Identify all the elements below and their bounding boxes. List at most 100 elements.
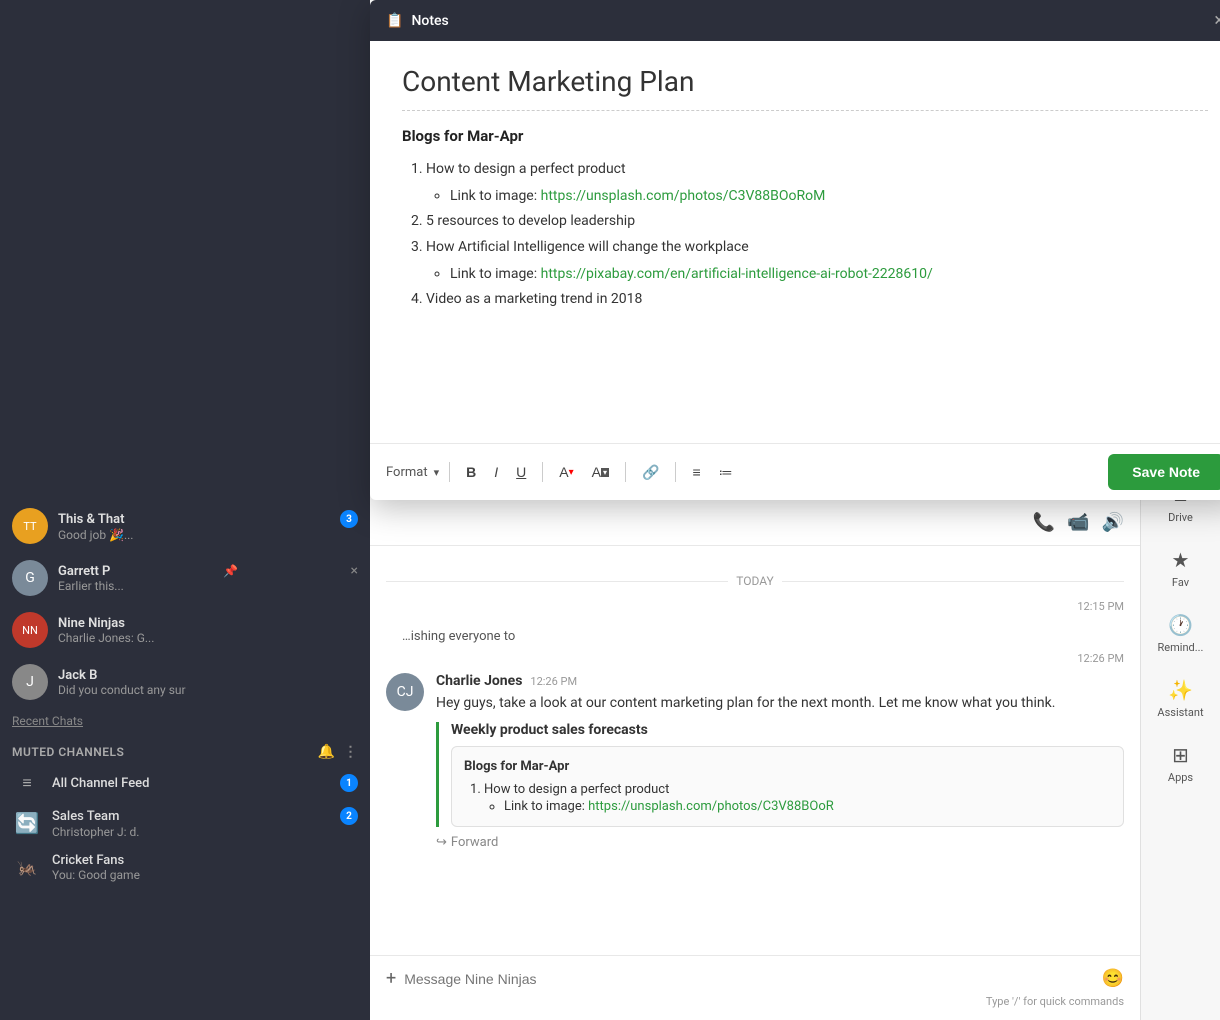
note-item-4: Video as a marketing trend in 2018 bbox=[426, 287, 1208, 312]
add-attachment-button[interactable]: + bbox=[386, 968, 396, 989]
partial-message: …ishing everyone to bbox=[386, 621, 1124, 652]
contact-name: Garrett P bbox=[58, 564, 110, 579]
forward-button[interactable]: ↪ Forward bbox=[436, 835, 1124, 850]
bg-color-button[interactable]: A▾ bbox=[586, 461, 615, 483]
avatar: G bbox=[12, 560, 48, 596]
sidebar-item-reminders[interactable]: 🕐 Remind... bbox=[1141, 601, 1220, 666]
save-note-button[interactable]: Save Note bbox=[1108, 454, 1220, 490]
message-time: 12:26 PM bbox=[530, 675, 577, 688]
note-card-list: How to design a perfect product Link to … bbox=[464, 782, 1111, 814]
channel-preview: Christopher J: d. bbox=[52, 825, 358, 839]
note-item-1: How to design a perfect product Link to … bbox=[426, 157, 1208, 209]
close-icon[interactable]: × bbox=[351, 563, 358, 579]
toolbar-divider-2 bbox=[542, 462, 543, 482]
toolbar-divider-1 bbox=[449, 462, 450, 482]
channel-name: Cricket Fans bbox=[52, 853, 124, 868]
apps-label: Apps bbox=[1168, 771, 1193, 784]
recent-chats-link[interactable]: Recent Chats bbox=[0, 708, 370, 734]
time-label-1: 12:15 PM bbox=[386, 600, 1124, 613]
unordered-list-button[interactable]: ≔ bbox=[713, 461, 739, 484]
avatar: J bbox=[12, 664, 48, 700]
font-color-button[interactable]: A▾ bbox=[553, 461, 579, 483]
note-card-item-1: How to design a perfect product Link to … bbox=[484, 782, 1111, 814]
note-item-3: How Artificial Intelligence will change … bbox=[426, 235, 1208, 287]
note-link-1[interactable]: https://unsplash.com/photos/C3V88BOoRoM bbox=[541, 188, 826, 204]
message-input-area: + 😊 Type '/' for quick commands bbox=[370, 955, 1140, 1020]
contact-preview: Good job 🎉... bbox=[58, 528, 358, 542]
channel-preview: You: Good game bbox=[52, 868, 358, 882]
message-input[interactable] bbox=[404, 971, 1093, 987]
ordered-list-button[interactable]: ≡ bbox=[686, 461, 706, 483]
sidebar-item-garrett-p[interactable]: G Garrett P 📌 × Earlier this... bbox=[0, 552, 370, 604]
underline-button[interactable]: U bbox=[510, 461, 532, 483]
note-section-title: Blogs for Mar-Apr bbox=[402, 127, 1208, 145]
notify-icon[interactable]: 🔔 bbox=[318, 744, 336, 760]
note-link-2[interactable]: https://pixabay.com/en/artificial-intell… bbox=[541, 266, 933, 282]
notes-toolbar: Format ▾ B I U A▾ A▾ 🔗 ≡ ≔ Save Note bbox=[370, 443, 1220, 500]
channel-icon: 🦗 bbox=[12, 858, 42, 877]
notes-modal-title: 📋 Notes bbox=[386, 13, 449, 29]
apps-icon: ⊞ bbox=[1172, 743, 1189, 767]
fav-label: Fav bbox=[1172, 576, 1189, 589]
sidebar-item-nine-ninjas[interactable]: NN Nine Ninjas Charlie Jones: G... bbox=[0, 604, 370, 656]
sidebar-item-cricket-fans[interactable]: 🦗 Cricket Fans You: Good game bbox=[0, 846, 370, 889]
date-divider: TODAY bbox=[386, 574, 1124, 588]
sidebar-item-this-that[interactable]: TT This & That 3 Good job 🎉... bbox=[0, 500, 370, 552]
input-row: + 😊 bbox=[386, 968, 1124, 989]
sidebar-item-assistant[interactable]: ✨ Assistant bbox=[1141, 666, 1220, 731]
channel-name: All Channel Feed bbox=[52, 776, 149, 791]
italic-button[interactable]: I bbox=[488, 461, 504, 483]
avatar: NN bbox=[12, 612, 48, 648]
phone-icon[interactable]: 📞 bbox=[1033, 512, 1055, 533]
reminders-label: Remind... bbox=[1158, 641, 1204, 654]
video-icon[interactable]: 📹 bbox=[1067, 512, 1089, 533]
note-card-link[interactable]: https://unsplash.com/photos/C3V88BOoR bbox=[588, 799, 834, 814]
sidebar-item-fav[interactable]: ★ Fav bbox=[1141, 536, 1220, 601]
audio-icon[interactable]: 🔊 bbox=[1102, 512, 1124, 533]
main-chat-area: 📋 Notes × Content Marketing Plan Blogs f… bbox=[370, 0, 1140, 1020]
emoji-button[interactable]: 😊 bbox=[1102, 968, 1124, 989]
note-items-list: How to design a perfect product Link to … bbox=[402, 157, 1208, 312]
notes-modal-header: 📋 Notes × bbox=[370, 0, 1220, 41]
chat-header: 📞 📹 🔊 bbox=[370, 500, 1140, 546]
channel-name: Sales Team bbox=[52, 809, 119, 824]
notes-modal-close-button[interactable]: × bbox=[1214, 10, 1220, 31]
sidebar-item-jack-b[interactable]: J Jack B Did you conduct any sur bbox=[0, 656, 370, 708]
note-card: Blogs for Mar-Apr How to design a perfec… bbox=[451, 746, 1124, 827]
drive-label: Drive bbox=[1168, 511, 1193, 524]
shared-note-title: Weekly product sales forecasts bbox=[451, 722, 1124, 738]
sidebar-item-apps[interactable]: ⊞ Apps bbox=[1141, 731, 1220, 796]
sidebar-item-sales-team[interactable]: 🔄 Sales Team 2 Christopher J: d. bbox=[0, 800, 370, 846]
note-card-subitem: Link to image: https://unsplash.com/phot… bbox=[504, 799, 1111, 814]
message-charlie: CJ Charlie Jones 12:26 PM Hey guys, take… bbox=[386, 673, 1124, 850]
contact-name: Nine Ninjas bbox=[58, 616, 125, 631]
reminders-icon: 🕐 bbox=[1168, 613, 1193, 637]
avatar: TT bbox=[12, 508, 48, 544]
contact-name: This & That bbox=[58, 512, 125, 527]
fav-icon: ★ bbox=[1172, 548, 1190, 572]
contact-preview: Did you conduct any sur bbox=[58, 683, 358, 697]
sidebar-item-all-channel[interactable]: ≡ All Channel Feed 1 bbox=[0, 766, 370, 800]
link-button[interactable]: 🔗 bbox=[636, 461, 665, 484]
time-label-2: 12:26 PM bbox=[386, 652, 1124, 665]
notes-title-icon: 📋 bbox=[386, 13, 403, 29]
notes-modal: 📋 Notes × Content Marketing Plan Blogs f… bbox=[370, 0, 1220, 500]
muted-channels-label: MUTED CHANNELS bbox=[12, 745, 124, 759]
toolbar-divider-3 bbox=[625, 462, 626, 482]
more-icon[interactable]: ⋮ bbox=[344, 744, 359, 760]
notes-content: Content Marketing Plan Blogs for Mar-Apr… bbox=[370, 41, 1220, 443]
bold-button[interactable]: B bbox=[460, 461, 482, 483]
message-text: Hey guys, take a look at our content mar… bbox=[436, 693, 1124, 714]
unread-badge: 3 bbox=[340, 510, 358, 528]
notes-title-text: Notes bbox=[411, 13, 448, 29]
format-dropdown-arrow[interactable]: ▾ bbox=[434, 466, 440, 479]
contact-preview: Earlier this... bbox=[58, 579, 358, 593]
assistant-label: Assistant bbox=[1157, 706, 1203, 719]
unread-badge: 1 bbox=[340, 774, 358, 792]
avatar: CJ bbox=[386, 673, 424, 711]
shared-note: Weekly product sales forecasts Blogs for… bbox=[436, 722, 1124, 827]
assistant-icon: ✨ bbox=[1168, 678, 1193, 702]
format-label: Format bbox=[386, 465, 428, 480]
forward-label: Forward bbox=[451, 835, 498, 850]
note-subitem-2: Link to image: https://pixabay.com/en/ar… bbox=[450, 262, 1208, 287]
